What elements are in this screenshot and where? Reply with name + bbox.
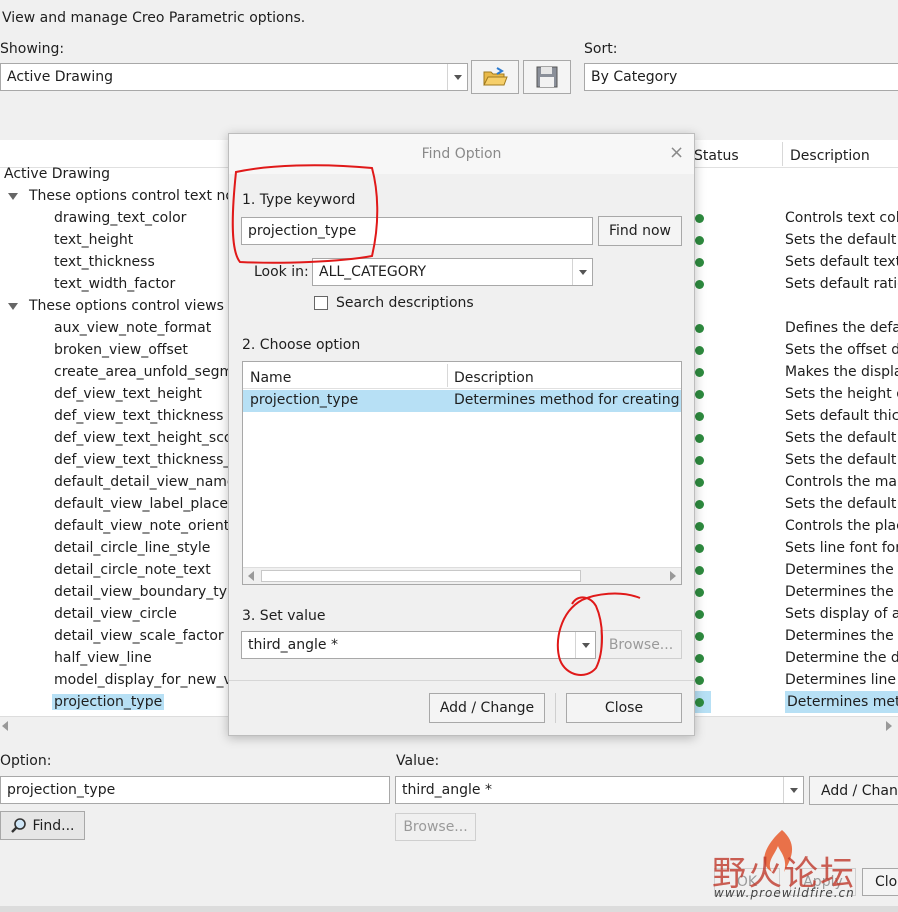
keyword-highlight-annotation	[231, 164, 379, 264]
dropdown-circle-annotation	[556, 592, 641, 676]
red-annotation-marks	[231, 164, 641, 676]
